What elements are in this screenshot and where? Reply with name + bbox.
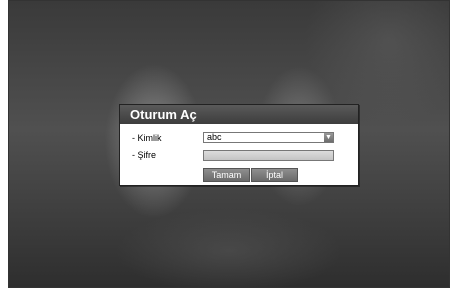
password-field[interactable]	[203, 150, 334, 161]
chevron-down-icon[interactable]: ▼	[324, 133, 333, 142]
login-dialog: Oturum Aç - Kimlik abc ▼ - Şifre Tamam İ…	[119, 104, 359, 186]
password-label: - Şifre	[132, 150, 157, 160]
dialog-title: Oturum Aç	[120, 105, 358, 124]
video-background: Oturum Aç - Kimlik abc ▼ - Şifre Tamam İ…	[8, 0, 450, 288]
id-label: - Kimlik	[132, 133, 162, 143]
ok-button[interactable]: Tamam	[203, 168, 250, 182]
cancel-button[interactable]: İptal	[251, 168, 298, 182]
monitor-frame: Oturum Aç - Kimlik abc ▼ - Şifre Tamam İ…	[0, 0, 457, 296]
id-select-value: abc	[207, 132, 222, 142]
id-select[interactable]: abc ▼	[203, 132, 334, 143]
